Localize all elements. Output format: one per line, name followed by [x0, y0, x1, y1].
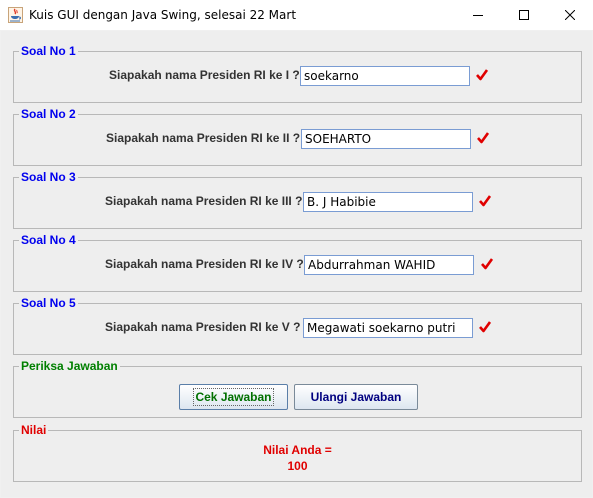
question-label: Siapakah nama Presiden RI ke V ? — [105, 320, 301, 334]
minimize-icon — [473, 15, 483, 16]
score-value: 100 — [287, 459, 308, 473]
java-coffee-icon — [8, 7, 23, 23]
maximize-button[interactable] — [501, 0, 547, 31]
reset-answers-button[interactable]: Ulangi Jawaban — [294, 384, 418, 410]
question-label: Siapakah nama Presiden RI ke I ? — [109, 68, 300, 82]
question-panel-3: Soal No 3 Siapakah nama Presiden RI ke I… — [13, 169, 582, 229]
check-answers-panel: Periksa Jawaban Cek Jawaban Ulangi Jawab… — [13, 358, 582, 418]
check-answers-label: Cek Jawaban — [193, 388, 274, 406]
answer-field[interactable]: soekarno — [300, 66, 470, 86]
close-icon — [565, 10, 575, 20]
question-panel-2: Soal No 2 Siapakah nama Presiden RI ke I… — [13, 106, 582, 166]
answer-field[interactable]: B. J Habibie — [303, 192, 473, 212]
question-label: Siapakah nama Presiden RI ke III ? — [105, 194, 303, 208]
question-panel-5: Soal No 5 Siapakah nama Presiden RI ke V… — [13, 295, 582, 355]
correct-check-icon — [476, 69, 488, 81]
score-panel: Nilai Nilai Anda = 100 — [13, 422, 582, 482]
answer-field[interactable]: Megawati soekarno putri — [303, 318, 473, 338]
question-label: Siapakah nama Presiden RI ke IV ? — [105, 257, 304, 271]
window-content: Soal No 1 Siapakah nama Presiden RI ke I… — [1, 31, 592, 497]
question-legend: Soal No 1 — [19, 43, 78, 59]
correct-check-icon — [477, 132, 489, 144]
question-legend: Soal No 5 — [19, 295, 78, 311]
title-bar[interactable]: Kuis GUI dengan Java Swing, selesai 22 M… — [0, 0, 593, 31]
reset-answers-label: Ulangi Jawaban — [310, 390, 402, 404]
question-panel-1: Soal No 1 Siapakah nama Presiden RI ke I… — [13, 43, 582, 103]
close-button[interactable] — [547, 0, 593, 31]
score-panel-legend: Nilai — [19, 422, 49, 438]
score-label: Nilai Anda = — [263, 443, 332, 457]
check-answers-button[interactable]: Cek Jawaban — [179, 384, 288, 410]
question-legend: Soal No 3 — [19, 169, 78, 185]
question-label: Siapakah nama Presiden RI ke II ? — [106, 131, 301, 145]
minimize-button[interactable] — [455, 0, 501, 31]
answer-field[interactable]: Abdurrahman WAHID — [304, 255, 474, 275]
question-legend: Soal No 2 — [19, 106, 78, 122]
answer-field[interactable]: SOEHARTO — [301, 129, 471, 149]
maximize-icon — [519, 10, 529, 20]
question-legend: Soal No 4 — [19, 232, 78, 248]
correct-check-icon — [479, 321, 491, 333]
question-panel-4: Soal No 4 Siapakah nama Presiden RI ke I… — [13, 232, 582, 292]
correct-check-icon — [481, 258, 493, 270]
window-title: Kuis GUI dengan Java Swing, selesai 22 M… — [29, 8, 297, 22]
correct-check-icon — [479, 195, 491, 207]
check-panel-legend: Periksa Jawaban — [19, 358, 120, 374]
